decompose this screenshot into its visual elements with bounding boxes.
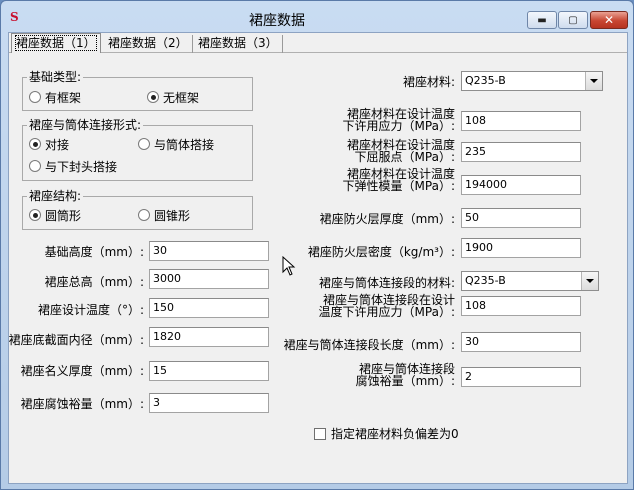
title-bar[interactable]: S 裙座数据 ▬ ▢ ✕ xyxy=(1,1,633,33)
group-legend: 裙座与筒体连接形式: xyxy=(27,118,144,132)
connection-allow-stress-label-line2: 温度下许用应力（MPa）: xyxy=(318,305,455,319)
yield-point-label-line2: 下屈服点（MPa）: xyxy=(354,150,455,164)
skirt-material-select[interactable]: Q235-B xyxy=(461,71,603,91)
radio-butt-joint[interactable]: 对接 xyxy=(29,137,70,152)
minimize-icon: ▬ xyxy=(537,14,547,26)
total-height-label: 裙座总高（mm）: xyxy=(44,275,144,289)
connection-corrosion-label-line2: 腐蚀裕量（mm）: xyxy=(355,374,455,388)
dialog-window: S 裙座数据 ▬ ▢ ✕ 裙座数据（1） 裙座数据（2） 裙座数据（3） 基础类… xyxy=(0,0,634,490)
radio-icon xyxy=(29,160,41,172)
checkbox-icon xyxy=(314,427,326,440)
negative-deviation-zero-checkbox[interactable]: 指定裙座材料负偏差为0 xyxy=(314,425,459,442)
radio-icon xyxy=(138,209,150,221)
radio-label: 有框架 xyxy=(45,90,82,105)
radio-cylindrical[interactable]: 圆筒形 xyxy=(29,208,82,223)
yield-point-input[interactable]: 235 xyxy=(461,142,581,162)
connection-length-label: 裙座与筒体连接段长度（mm）: xyxy=(283,338,455,352)
allow-stress-label-line2: 下许用应力（MPa）: xyxy=(342,119,455,133)
base-height-input[interactable]: 30 xyxy=(149,241,269,261)
elastic-modulus-input[interactable]: 194000 xyxy=(461,175,581,195)
connection-corrosion-input[interactable]: 2 xyxy=(461,367,581,387)
maximize-button[interactable]: ▢ xyxy=(558,11,588,29)
tab-label: 裙座数据（1） xyxy=(15,35,97,51)
connection-form-group: 裙座与筒体连接形式: 对接 与筒体搭接 与下封头搭接 xyxy=(22,118,253,181)
connection-allow-stress-input[interactable]: 108 xyxy=(461,296,581,316)
corrosion-allowance-label: 裙座腐蚀裕量（mm）: xyxy=(20,397,144,411)
tab-skirt-data-1[interactable]: 裙座数据（1） xyxy=(11,33,101,53)
tab-label: 裙座数据（2） xyxy=(108,36,188,50)
base-height-label: 基础高度（mm）: xyxy=(44,245,144,259)
radio-selected-icon xyxy=(29,209,41,221)
connection-material-select[interactable]: Q235-B xyxy=(461,271,599,291)
radio-label: 无框架 xyxy=(163,90,200,105)
radio-label: 与筒体搭接 xyxy=(154,137,215,152)
skirt-structure-group: 裙座结构: 圆筒形 圆锥形 xyxy=(22,189,253,230)
bottom-inner-diameter-input[interactable]: 1820 xyxy=(149,327,269,347)
group-legend: 裙座结构: xyxy=(27,189,84,203)
group-legend: 基础类型: xyxy=(27,70,84,84)
radio-selected-icon xyxy=(147,91,159,103)
chevron-down-icon[interactable] xyxy=(585,72,602,90)
total-height-input[interactable]: 3000 xyxy=(149,269,269,289)
skirt-material-label: 裙座材料: xyxy=(402,75,455,89)
design-temp-label: 裙座设计温度（°）: xyxy=(37,303,144,317)
tab-skirt-data-2[interactable]: 裙座数据（2） xyxy=(104,35,193,53)
select-value: Q235-B xyxy=(465,74,506,87)
nominal-thickness-input[interactable]: 15 xyxy=(149,361,269,381)
base-type-group: 基础类型: 有框架 无框架 xyxy=(22,70,253,111)
checkbox-label: 指定裙座材料负偏差为0 xyxy=(331,427,459,441)
dialog-client-area: 裙座数据（1） 裙座数据（2） 裙座数据（3） 基础类型: 有框架 无框架 裙座… xyxy=(8,32,628,484)
tab-strip: 裙座数据（1） 裙座数据（2） 裙座数据（3） xyxy=(9,33,627,53)
connection-length-input[interactable]: 30 xyxy=(461,332,581,352)
radio-label: 圆筒形 xyxy=(45,208,82,223)
radio-label: 对接 xyxy=(45,137,70,152)
bottom-inner-diameter-label: 裙座底截面内径（mm）: xyxy=(8,333,144,347)
tab-skirt-data-3[interactable]: 裙座数据（3） xyxy=(194,35,283,53)
radio-conical[interactable]: 圆锥形 xyxy=(138,208,191,223)
radio-selected-icon xyxy=(29,138,41,150)
mouse-pointer-icon xyxy=(282,256,296,276)
radio-label: 与下封头搭接 xyxy=(45,159,118,174)
select-value: Q235-B xyxy=(465,274,506,287)
tab-baseline xyxy=(9,52,627,53)
chevron-down-icon[interactable] xyxy=(581,272,598,290)
fireproof-density-label: 裙座防火层密度（kg/m³）: xyxy=(307,245,455,259)
minimize-button[interactable]: ▬ xyxy=(527,11,557,29)
close-icon: ✕ xyxy=(603,13,615,27)
radio-with-frame[interactable]: 有框架 xyxy=(29,90,82,105)
allow-stress-input[interactable]: 108 xyxy=(461,111,581,131)
radio-label: 圆锥形 xyxy=(154,208,191,223)
nominal-thickness-label: 裙座名义厚度（mm）: xyxy=(20,364,144,378)
radio-lap-with-shell[interactable]: 与筒体搭接 xyxy=(138,137,215,152)
corrosion-allowance-input[interactable]: 3 xyxy=(149,393,269,413)
elastic-modulus-label-line2: 下弹性模量（MPa）: xyxy=(342,179,455,193)
radio-lap-with-bottom-head[interactable]: 与下封头搭接 xyxy=(29,159,118,174)
radio-icon xyxy=(138,138,150,150)
connection-material-label: 裙座与筒体连接段的材料: xyxy=(318,276,455,290)
radio-without-frame[interactable]: 无框架 xyxy=(147,90,200,105)
window-title: 裙座数据 xyxy=(249,13,305,29)
fireproof-thickness-label: 裙座防火层厚度（mm）: xyxy=(319,212,455,226)
fireproof-thickness-input[interactable]: 50 xyxy=(461,208,581,228)
tab-label: 裙座数据（3） xyxy=(198,36,278,50)
fireproof-density-input[interactable]: 1900 xyxy=(461,238,581,258)
close-button[interactable]: ✕ xyxy=(590,11,628,29)
design-temp-input[interactable]: 150 xyxy=(149,298,269,318)
radio-icon xyxy=(29,91,41,103)
maximize-icon: ▢ xyxy=(568,14,578,26)
